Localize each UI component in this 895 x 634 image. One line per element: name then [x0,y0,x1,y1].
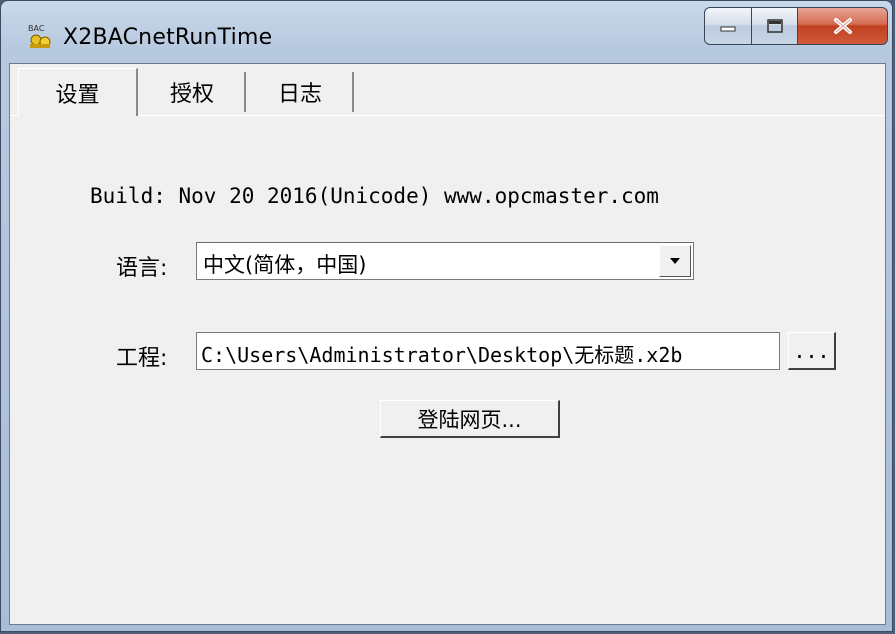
minimize-icon [720,26,736,32]
tab-license[interactable]: 授权 [140,72,246,112]
language-dropdown-button[interactable] [659,245,691,277]
maximize-button[interactable] [752,7,798,45]
project-label: 工程: [116,346,168,371]
caption-buttons [704,7,888,45]
tab-settings[interactable]: 设置 [18,68,138,116]
login-webpage-button[interactable]: 登陆网页... [380,400,560,438]
window-title: X2BACnetRunTime [63,25,273,50]
tab-log[interactable]: 日志 [248,72,354,112]
title-bar[interactable]: BAC X2BACnetRunTime [1,1,892,63]
maximize-icon [766,19,783,33]
language-select[interactable]: 中文(简体，中国) [196,242,694,280]
client-area: 设置 授权 日志 Build: Nov 20 2016(Unicode) www… [9,63,886,625]
build-info: Build: Nov 20 2016(Unicode) www.opcmaste… [90,184,659,208]
language-value: 中文(简体，中国) [203,253,367,277]
svg-text:BAC: BAC [28,24,45,33]
close-icon [833,18,852,34]
language-label: 语言: [116,256,168,281]
project-path-input[interactable]: C:\Users\Administrator\Desktop\无标题.x2b [196,332,780,370]
chevron-down-icon [670,258,680,264]
minimize-button[interactable] [704,7,752,45]
app-window: BAC X2BACnetRunTime 设置 授权 日志 Build: Nov … [0,0,893,632]
close-button[interactable] [798,7,888,45]
browse-button[interactable]: ... [788,332,836,370]
tab-strip: 设置 授权 日志 [10,64,885,116]
tab-divider [10,115,885,116]
bac-icon: BAC [28,24,51,48]
